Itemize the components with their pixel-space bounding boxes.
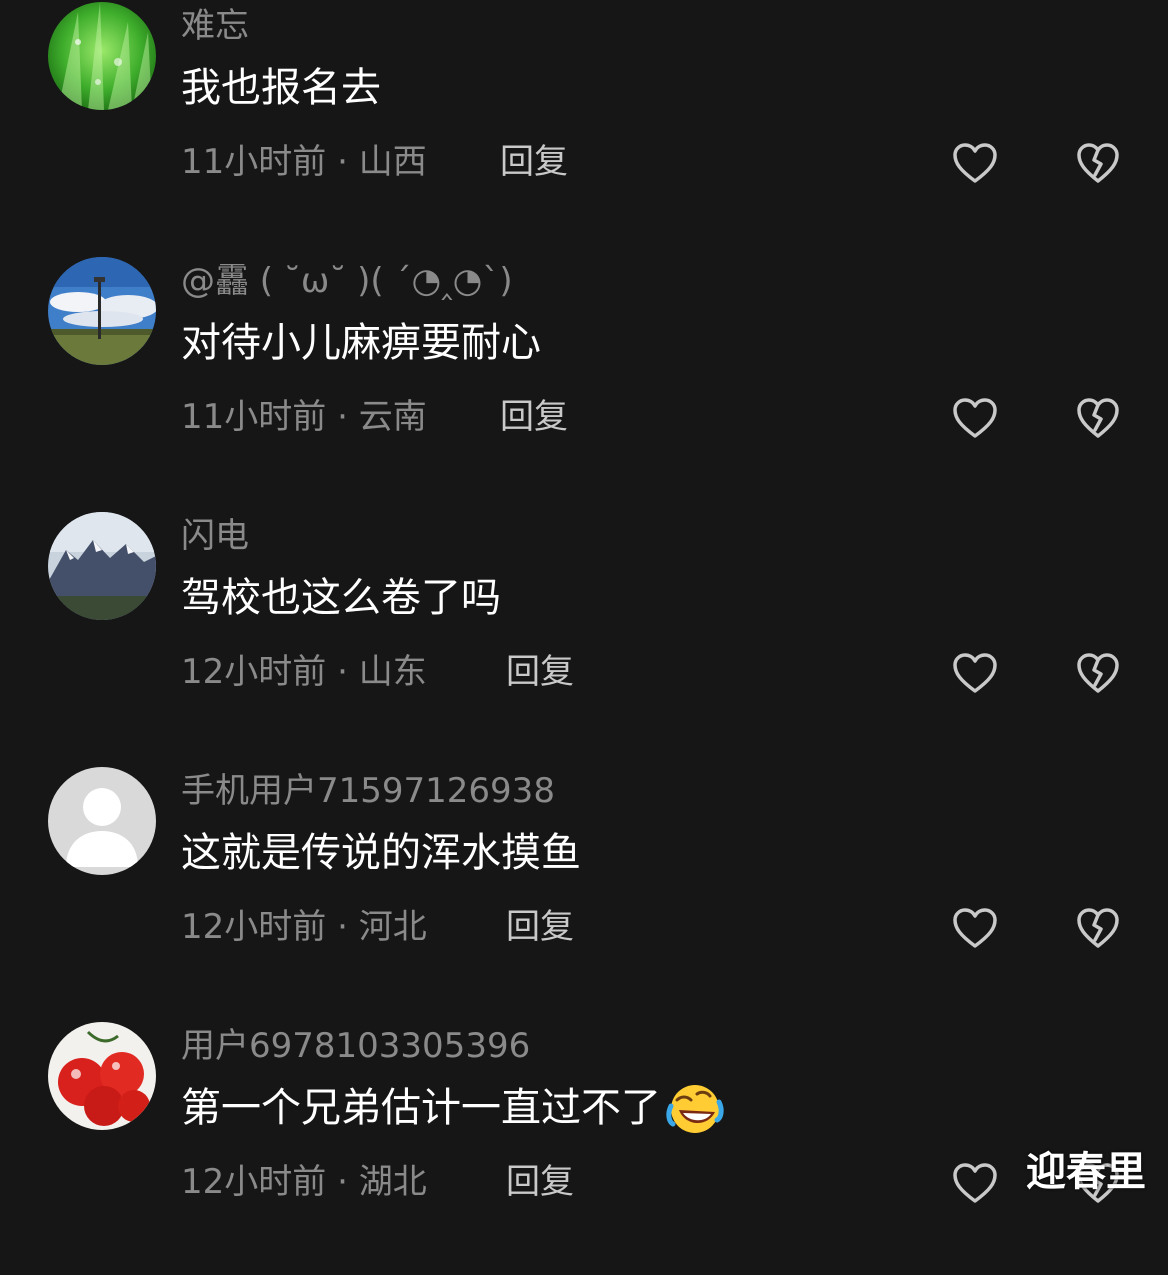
comment-meta: 12小时前 · 山东: [181, 652, 427, 692]
comment-location: 山西: [358, 142, 427, 182]
reply-button[interactable]: 回复: [500, 140, 568, 184]
comment-text: 对待小儿麻痹要耐心: [181, 317, 541, 369]
comment-text: 驾校也这么卷了吗: [181, 572, 501, 624]
broken-heart-icon[interactable]: [1076, 397, 1120, 439]
comment-item: 闪电 驾校也这么卷了吗 12小时前 · 山东 回复: [0, 510, 1168, 765]
comment-meta: 11小时前 · 云南: [181, 397, 427, 437]
heart-outline-icon[interactable]: [952, 397, 998, 439]
comment-item: 难忘 我也报名去 11小时前 · 山西 回复: [0, 0, 1168, 255]
avatar[interactable]: [48, 2, 156, 110]
broken-heart-icon[interactable]: [1076, 907, 1120, 949]
broken-heart-icon[interactable]: [1076, 652, 1120, 694]
heart-outline-icon[interactable]: [952, 652, 998, 694]
comment-text-body: 驾校也这么卷了吗: [181, 575, 501, 621]
comment-time: 11小时前: [181, 142, 327, 182]
heart-outline-icon[interactable]: [952, 1162, 998, 1204]
comment-location: 湖北: [358, 1162, 427, 1202]
comment-text-body: 对待小儿麻痹要耐心: [181, 320, 541, 366]
username[interactable]: 用户6978103305396: [181, 1024, 530, 1068]
comment-time: 12小时前: [181, 652, 327, 692]
comment-meta: 12小时前 · 湖北: [181, 1162, 427, 1202]
comment-meta: 11小时前 · 山西: [181, 142, 427, 182]
comment-text-body: 我也报名去: [181, 65, 381, 111]
broken-heart-icon[interactable]: [1076, 142, 1120, 184]
heart-outline-icon[interactable]: [952, 142, 998, 184]
comment-item: @靐 ( ˘ω˘ )( ´◔‸◔`) 对待小儿麻痹要耐心 11小时前 · 云南 …: [0, 255, 1168, 510]
comment-time: 12小时前: [181, 907, 327, 947]
username[interactable]: 闪电: [181, 514, 249, 558]
heart-outline-icon[interactable]: [952, 907, 998, 949]
reply-button[interactable]: 回复: [506, 1160, 574, 1204]
comment-text-body: 第一个兄弟估计一直过不了: [181, 1085, 661, 1131]
comment-item: 用户6978103305396 第一个兄弟估计一直过不了 12小时前 · 湖北 …: [0, 1020, 1168, 1275]
comment-location: 云南: [358, 397, 427, 437]
watermark: 迎春里: [1026, 1149, 1146, 1195]
avatar[interactable]: [48, 767, 156, 875]
comment-text-body: 这就是传说的浑水摸鱼: [181, 830, 581, 876]
reply-button[interactable]: 回复: [500, 395, 568, 439]
comment-item: 手机用户71597126938 这就是传说的浑水摸鱼 12小时前 · 河北 回复: [0, 765, 1168, 1020]
avatar[interactable]: [48, 1022, 156, 1130]
avatar[interactable]: [48, 512, 156, 620]
avatar[interactable]: [48, 257, 156, 365]
username[interactable]: 难忘: [181, 4, 249, 48]
comment-location: 河北: [358, 907, 427, 947]
reply-button[interactable]: 回复: [506, 905, 574, 949]
username[interactable]: @靐 ( ˘ω˘ )( ´◔‸◔`): [181, 259, 513, 303]
comment-time: 12小时前: [181, 1162, 327, 1202]
rolling-on-floor-laughing-emoji-icon: [666, 1085, 724, 1133]
reply-button[interactable]: 回复: [506, 650, 574, 694]
username[interactable]: 手机用户71597126938: [181, 769, 555, 813]
comment-location: 山东: [358, 652, 427, 692]
comment-text: 第一个兄弟估计一直过不了: [181, 1082, 725, 1134]
comment-meta: 12小时前 · 河北: [181, 907, 427, 947]
comment-text: 我也报名去: [181, 62, 381, 114]
comment-text: 这就是传说的浑水摸鱼: [181, 827, 581, 879]
comment-time: 11小时前: [181, 397, 327, 437]
